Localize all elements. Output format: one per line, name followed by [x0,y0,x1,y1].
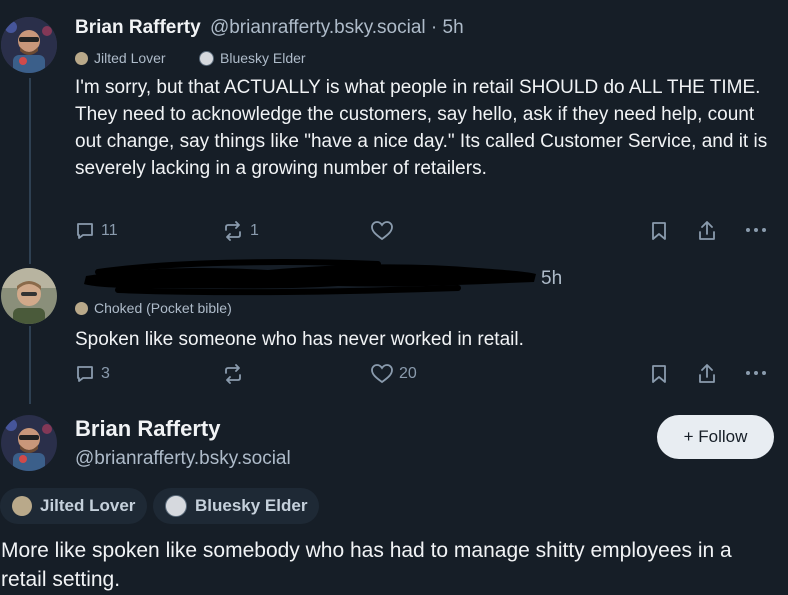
badge-label: Choked (Pocket bible) [94,300,232,316]
redaction-scribble [84,259,536,296]
post-actions: 11 1 [75,218,775,246]
bluesky-elder-icon [199,50,214,66]
more-icon [746,371,766,375]
bookmark-button[interactable] [651,364,667,384]
handle-and-time[interactable]: @brianrafferty.bsky.social · 5h [210,17,464,38]
badge-label: Jilted Lover [94,50,166,66]
follow-label: + Follow [683,427,748,446]
reply-icon [77,366,93,382]
post-text: Spoken like someone who has never worked… [75,329,524,350]
badge-pill[interactable]: Jilted Lover [0,488,148,524]
post-time[interactable]: 5h [541,268,562,290]
share-button[interactable] [697,363,717,385]
reply-icon [77,223,93,239]
repost-icon [225,221,241,241]
reply-button[interactable]: 3 [75,364,110,384]
like-count: 20 [399,365,417,382]
author-handle[interactable]: @brianrafferty.bsky.social [75,448,291,470]
choked-pocket-bible-icon [75,301,88,315]
post-text: More like spoken like somebody who has h… [1,539,732,591]
repost-icon [225,364,241,384]
like-button[interactable]: 20 [371,364,417,384]
share-icon [699,364,715,383]
more-icon [746,228,766,232]
post-actions: 3 20 [75,361,775,389]
like-button[interactable] [371,221,399,241]
badge: Jilted Lover [75,50,166,66]
author-name[interactable]: Brian Rafferty [75,17,201,38]
thread-line [29,78,31,264]
avatar[interactable] [1,268,57,324]
avatar[interactable] [1,17,57,73]
jilted-lover-icon [75,51,88,65]
repost-button[interactable]: 1 [222,221,259,241]
badge-label: Bluesky Elder [195,496,308,515]
more-button[interactable] [745,227,767,233]
follow-button[interactable]: + Follow [657,415,774,459]
badge-label: Jilted Lover [40,496,136,515]
repost-button[interactable] [222,364,250,384]
heart-icon [371,221,393,241]
reply-count: 11 [101,222,118,239]
avatar[interactable] [1,415,57,471]
badge-pill[interactable]: Bluesky Elder [153,488,320,524]
badge: Bluesky Elder [199,50,306,66]
heart-icon [371,364,393,384]
jilted-lover-icon [12,496,32,516]
reply-button[interactable]: 11 [75,221,118,241]
badge-label: Bluesky Elder [220,50,306,66]
repost-count: 1 [250,222,259,239]
post-text: I'm sorry, but that ACTUALLY is what peo… [75,77,768,179]
reply-count: 3 [101,365,110,382]
thread-line [29,326,31,404]
more-button[interactable] [745,370,767,376]
share-button[interactable] [697,220,717,242]
bookmark-icon [652,222,666,240]
share-icon [699,221,715,240]
bluesky-elder-icon [165,495,187,517]
author-name[interactable]: Brian Rafferty [75,416,220,442]
badge: Choked (Pocket bible) [75,300,232,316]
bookmark-icon [652,365,666,383]
bookmark-button[interactable] [651,221,667,241]
